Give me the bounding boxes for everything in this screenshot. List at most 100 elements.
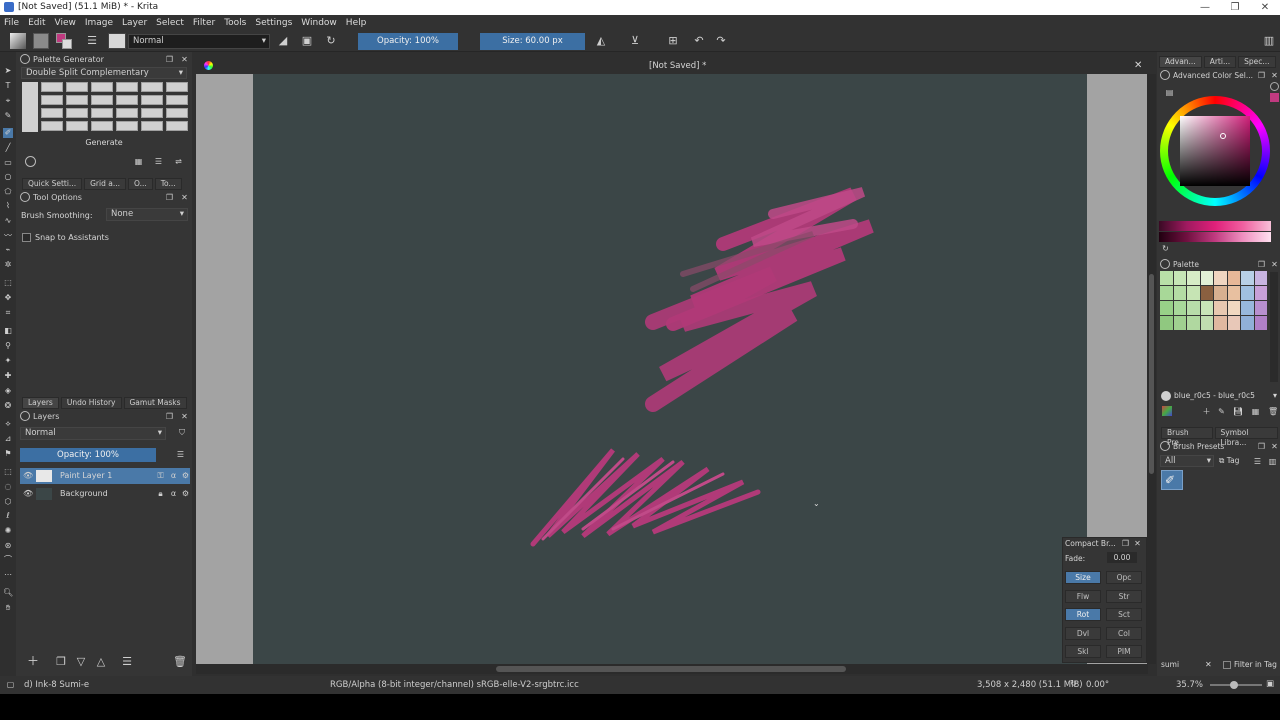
- close-window-button[interactable]: ✕: [1250, 0, 1280, 15]
- close-document-icon[interactable]: ✕: [1134, 60, 1142, 71]
- close-docker-icon[interactable]: ✕: [1270, 71, 1279, 80]
- compact-brush-toggle-rot[interactable]: Rot: [1065, 608, 1101, 621]
- layer-menu-icon[interactable]: ☰: [120, 656, 134, 671]
- freehand-path-tool-icon[interactable]: 〰: [3, 231, 13, 241]
- palette-swatch[interactable]: [1227, 271, 1240, 285]
- generated-color-swatch[interactable]: [141, 95, 163, 105]
- menu-settings[interactable]: Settings: [255, 18, 292, 28]
- palette-swatch[interactable]: [1160, 301, 1173, 315]
- polyline-tool-icon[interactable]: ⌇: [3, 201, 13, 211]
- minimize-button[interactable]: —: [1190, 0, 1220, 15]
- saturation-value-square[interactable]: [1180, 116, 1250, 186]
- compact-brush-toggle-dvl[interactable]: Dvl: [1065, 626, 1101, 640]
- menu-select[interactable]: Select: [156, 18, 184, 28]
- palette-swatch[interactable]: [1254, 271, 1267, 285]
- text-tool-icon[interactable]: T: [3, 81, 13, 91]
- brush-smoothing-select[interactable]: None ▾: [106, 208, 188, 221]
- fade-input[interactable]: 0.00: [1107, 552, 1137, 563]
- transform-tool-icon[interactable]: ⬚: [3, 278, 13, 288]
- drawing-canvas[interactable]: ⌄: [253, 74, 1087, 664]
- tab-overview[interactable]: O...: [127, 178, 153, 190]
- palette-swatch[interactable]: [1227, 286, 1240, 300]
- palette-swatch[interactable]: [1241, 271, 1254, 285]
- tab-grid[interactable]: Grid a...: [84, 178, 126, 190]
- base-color-preview[interactable]: [22, 82, 38, 132]
- generated-color-swatch[interactable]: [141, 108, 163, 118]
- palette-swatch[interactable]: [1241, 301, 1254, 315]
- compact-brush-toggle-flw[interactable]: Flw: [1065, 589, 1101, 603]
- filter-icon[interactable]: ⛉: [176, 428, 188, 440]
- palette-swatch[interactable]: [1254, 316, 1267, 330]
- brush-preset-icon[interactable]: [108, 33, 126, 49]
- float-docker-icon[interactable]: ❐: [165, 193, 174, 202]
- docker-lock-icon[interactable]: [20, 192, 30, 202]
- palette-swatch[interactable]: [1160, 316, 1173, 330]
- reload-preset-icon[interactable]: ↻: [324, 34, 338, 48]
- brush-status-icon[interactable]: ▢: [6, 680, 15, 689]
- list-view-icon[interactable]: ☰: [1253, 457, 1262, 466]
- generated-color-swatch[interactable]: [166, 108, 188, 118]
- zoom-tool-icon[interactable]: 🔍︎: [3, 588, 13, 598]
- tab-brush-presets[interactable]: Brush Pre...: [1161, 427, 1213, 447]
- compact-brush-toggle-opc[interactable]: Opc: [1106, 571, 1142, 584]
- menu-layer[interactable]: Layer: [122, 18, 147, 28]
- close-docker-icon[interactable]: ✕: [180, 412, 189, 421]
- compact-brush-toggle-skl[interactable]: Skl: [1065, 645, 1101, 658]
- smart-patch-tool-icon[interactable]: ✚: [3, 371, 13, 381]
- ellipse-tool-icon[interactable]: ○: [3, 172, 13, 182]
- polygon-tool-icon[interactable]: ⬠: [3, 187, 13, 197]
- brush-preset-filter-select[interactable]: All ▾: [1160, 455, 1214, 467]
- float-docker-icon[interactable]: ❐: [1257, 71, 1266, 80]
- palette-scrollbar[interactable]: [1270, 272, 1278, 382]
- tag-button[interactable]: ⧉ Tag: [1219, 456, 1239, 466]
- generated-color-swatch[interactable]: [41, 82, 63, 92]
- tab-undo-history[interactable]: Undo History: [60, 397, 122, 409]
- layer-name[interactable]: Paint Layer 1: [60, 471, 112, 480]
- redo-icon[interactable]: ↷: [714, 34, 728, 48]
- palette-swatch[interactable]: [1227, 316, 1240, 330]
- menu-file[interactable]: File: [4, 18, 19, 28]
- elliptical-selection-tool-icon[interactable]: ◌: [3, 482, 13, 492]
- zoom-value[interactable]: 35.7%: [1176, 680, 1203, 690]
- generated-color-swatch[interactable]: [91, 121, 113, 131]
- tab-advanced-color[interactable]: Advan...: [1159, 56, 1202, 68]
- compact-brush-toggle-size[interactable]: Size: [1065, 571, 1101, 584]
- edit-shapes-tool-icon[interactable]: ⌖: [3, 96, 13, 106]
- color-profile-label[interactable]: RGB/Alpha (8-bit integer/channel) sRGB-e…: [330, 680, 579, 690]
- docker-lock-icon[interactable]: [20, 54, 30, 64]
- generated-color-swatch[interactable]: [41, 121, 63, 131]
- generated-color-swatch[interactable]: [116, 121, 138, 131]
- palette-swatch[interactable]: [1200, 271, 1213, 285]
- horizontal-scroll-thumb[interactable]: [496, 666, 846, 672]
- menu-help[interactable]: Help: [346, 18, 367, 28]
- palette-swatch[interactable]: [1200, 316, 1213, 330]
- options-icon[interactable]: ⇌: [174, 157, 183, 166]
- shade-strip[interactable]: [1159, 232, 1271, 242]
- hue-ring[interactable]: [1160, 96, 1270, 206]
- generated-color-swatch[interactable]: [91, 108, 113, 118]
- horizontal-scrollbar[interactable]: [196, 664, 1148, 674]
- menu-tools[interactable]: Tools: [224, 18, 246, 28]
- generated-color-swatch[interactable]: [41, 108, 63, 118]
- generated-color-swatch[interactable]: [66, 108, 88, 118]
- preserve-alpha-icon[interactable]: ▣: [300, 34, 314, 48]
- generate-button[interactable]: Generate: [16, 138, 192, 147]
- layer-row[interactable]: 👁︎ Background 🔒︎ α ⚙: [20, 486, 190, 502]
- generated-color-swatch[interactable]: [166, 121, 188, 131]
- palette-swatch[interactable]: [1187, 316, 1200, 330]
- generated-color-swatch[interactable]: [66, 121, 88, 131]
- float-docker-icon[interactable]: ❐: [1257, 442, 1266, 451]
- enclose-fill-tool-icon[interactable]: ❂: [3, 401, 13, 411]
- refresh-icon[interactable]: ↻: [1161, 244, 1170, 253]
- move-layer-down-icon[interactable]: ▽: [74, 656, 88, 671]
- close-docker-icon[interactable]: ✕: [1270, 442, 1279, 451]
- move-layer-up-icon[interactable]: △: [94, 656, 108, 671]
- palette-swatch[interactable]: [1227, 301, 1240, 315]
- opacity-slider[interactable]: Opacity: 100%: [358, 33, 458, 50]
- close-docker-icon[interactable]: ✕: [180, 193, 189, 202]
- crop-tool-icon[interactable]: ⌗: [3, 308, 13, 318]
- generated-color-swatch[interactable]: [141, 82, 163, 92]
- docker-lock-icon[interactable]: [1160, 259, 1170, 269]
- reference-images-tool-icon[interactable]: ⚑: [3, 449, 13, 459]
- snap-to-assistants-checkbox[interactable]: [22, 233, 31, 242]
